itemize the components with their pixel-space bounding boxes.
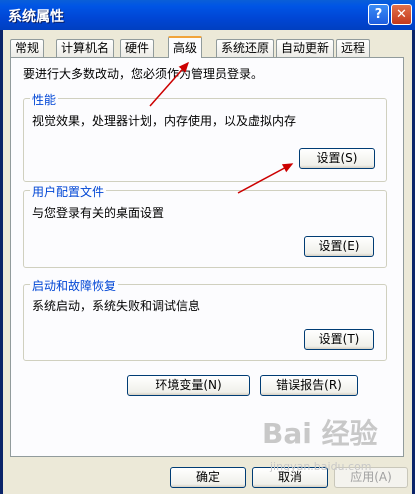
window-title: 系统属性 [8,9,64,25]
close-button[interactable]: ✕ [391,4,412,25]
startup-recovery-settings-button[interactable]: 设置(T) [304,329,374,350]
error-reporting-button[interactable]: 错误报告(R) [260,375,358,396]
performance-settings-button[interactable]: 设置(S) [299,148,375,169]
admin-note: 要进行大多数改动，您必须作为管理员登录。 [23,67,264,81]
environment-variables-button[interactable]: 环境变量(N) [127,375,250,396]
tab-hardware[interactable]: 硬件 [120,39,155,57]
user-profiles-group: 用户配置文件 与您登录有关的桌面设置 设置(E) [23,183,387,268]
system-properties-window: 系统属性 ? ✕ 常规 计算机名 硬件 高级 系统还原 自动更新 远程 要进行大… [0,0,415,494]
user-profiles-settings-button[interactable]: 设置(E) [304,236,374,257]
tab-advanced[interactable]: 高级 [168,36,203,58]
tab-automatic-updates[interactable]: 自动更新 [276,39,335,57]
startup-recovery-group: 启动和故障恢复 系统启动，系统失败和调试信息 设置(T) [23,277,387,361]
startup-recovery-group-title: 启动和故障恢复 [30,277,119,294]
help-button[interactable]: ? [368,4,389,25]
user-profiles-description: 与您登录有关的桌面设置 [32,206,165,220]
ok-button[interactable]: 确定 [170,467,246,488]
performance-group: 性能 视觉效果，处理器计划，内存使用，以及虚拟内存 设置(S) [23,91,387,182]
tab-computer-name[interactable]: 计算机名 [56,39,115,57]
user-profiles-group-title: 用户配置文件 [30,183,107,200]
tab-remote[interactable]: 远程 [336,39,371,57]
startup-recovery-description: 系统启动，系统失败和调试信息 [32,299,201,313]
watermark-logo: Bai 经验 [262,417,378,450]
watermark-url: jingyan.baidu.com [270,460,372,473]
tab-general[interactable]: 常规 [10,39,45,57]
tab-system-restore[interactable]: 系统还原 [216,39,275,57]
title-bar[interactable]: 系统属性 ? ✕ [0,0,415,30]
performance-description: 视觉效果，处理器计划，内存使用，以及虚拟内存 [32,114,297,128]
performance-group-title: 性能 [30,91,59,108]
